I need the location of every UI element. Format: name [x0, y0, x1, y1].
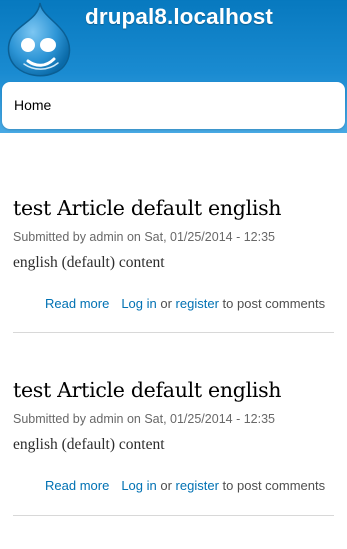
- or-text: or: [160, 296, 172, 311]
- register-link[interactable]: register: [176, 296, 219, 311]
- site-name[interactable]: drupal8.localhost: [85, 4, 273, 30]
- site-header: drupal8.localhost Home: [0, 0, 347, 133]
- divider: [13, 515, 334, 516]
- article-body: english (default) content: [13, 254, 165, 271]
- register-link[interactable]: register: [176, 478, 219, 493]
- or-text: or: [160, 478, 172, 493]
- article-links: Read more Log in or register to post comm…: [45, 296, 325, 311]
- main-navigation: Home: [2, 82, 345, 129]
- divider: [13, 332, 334, 333]
- read-more-link[interactable]: Read more: [45, 478, 109, 493]
- article-title[interactable]: test Article default english: [13, 378, 282, 402]
- article-body: english (default) content: [13, 436, 165, 453]
- article-links: Read more Log in or register to post comm…: [45, 478, 325, 493]
- login-link[interactable]: Log in: [121, 478, 156, 493]
- submitted-info: Submitted by admin on Sat, 01/25/2014 - …: [13, 230, 275, 244]
- submitted-info: Submitted by admin on Sat, 01/25/2014 - …: [13, 412, 275, 426]
- drupal-logo-icon[interactable]: [4, 1, 74, 77]
- post-comments-text: to post comments: [222, 296, 326, 311]
- read-more-link[interactable]: Read more: [45, 296, 109, 311]
- post-comments-text: to post comments: [222, 478, 326, 493]
- login-link[interactable]: Log in: [121, 296, 156, 311]
- nav-home-link[interactable]: Home: [14, 97, 51, 113]
- article-title[interactable]: test Article default english: [13, 196, 282, 220]
